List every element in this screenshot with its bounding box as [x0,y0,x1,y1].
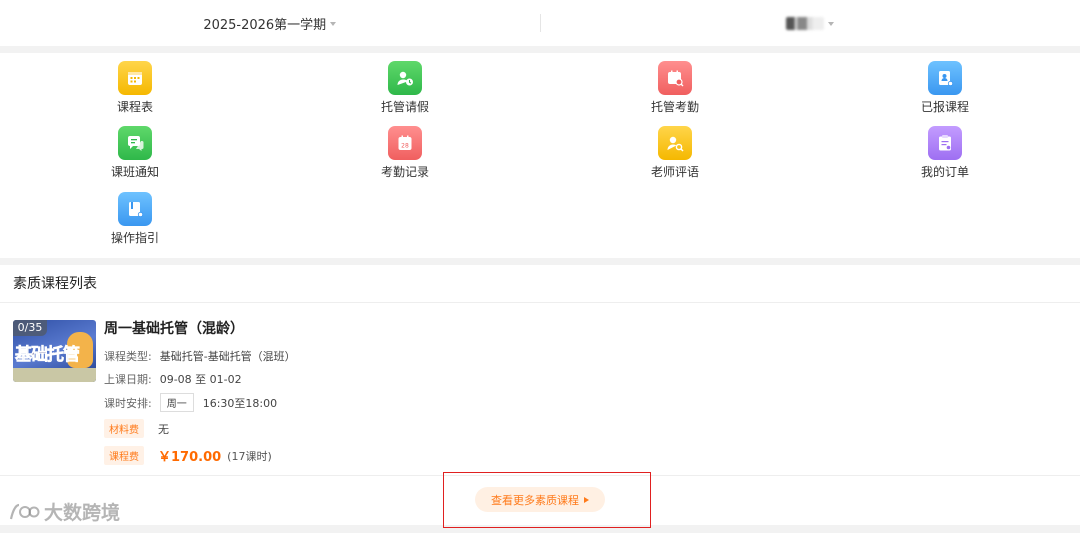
course-fee-tag: 课程费 [104,446,144,465]
chevron-down-icon [330,22,337,26]
menu-item-guide[interactable]: 操作指引 [75,192,195,246]
person-search-icon [658,126,692,160]
menu-item-schedule[interactable]: 课程表 [75,61,195,115]
menu-item-label: 课班通知 [110,165,159,179]
student-name-blurred [786,16,825,30]
menu-item-label: 托管考勤 [650,100,699,114]
menu-item-label: 老师评语 [650,165,699,179]
menu-item-enrolled-courses[interactable]: 已报课程 [885,61,1005,115]
menu-item-leave[interactable]: 托管请假 [345,61,465,115]
schedule-time: 16:30至18:00 [202,396,278,410]
watermark-text: 大数跨境 [44,502,121,524]
course-list-section: 素质课程列表 基础托管 0/35 周一基础托管（混龄） 课程类型: 基础托管-基… [0,265,1080,528]
menu-item-label: 操作指引 [110,231,159,245]
menu-item-label: 考勤记录 [380,165,429,179]
course-date-row: 上课日期: 09-08 至 01-02 [104,371,242,387]
material-fee-value: 无 [158,422,169,436]
course-fee-row: 课程费 ￥170.00 (17课时) [104,446,272,465]
watermark-logo-icon [9,503,40,519]
menu-item-attendance-record[interactable]: 28 考勤记录 [345,126,465,180]
course-schedule-row: 课时安排: 周一 16:30至18:00 [104,393,277,412]
calendar-date-icon: 28 [388,126,422,160]
course-card[interactable]: 基础托管 0/35 周一基础托管（混龄） 课程类型: 基础托管-基础托管（混班）… [13,320,1063,470]
term-selector-label: 2025-2026第一学期 [203,17,327,33]
clipboard-order-icon [928,126,962,160]
book-guide-icon [118,192,152,226]
calendar-icon [118,61,152,95]
thumbnail-title: 基础托管 [15,345,81,366]
top-selector-bar: 2025-2026第一学期 [0,0,1080,46]
course-type-label: 课程类型: [104,350,152,363]
book-user-icon [928,61,962,95]
course-schedule-label: 课时安排: [104,396,152,410]
section-title: 素质课程列表 [0,265,1080,303]
view-more-courses-button[interactable]: 查看更多素质课程 [475,487,605,512]
menu-item-label: 我的订单 [920,165,969,179]
menu-item-label: 已报课程 [920,100,969,114]
student-selector[interactable] [541,0,1080,46]
divider [0,475,1080,476]
course-thumbnail[interactable]: 基础托管 0/35 [13,320,96,382]
menu-item-my-orders[interactable]: 我的订单 [885,126,1005,180]
thumbnail-ground [13,368,96,382]
menu-item-label: 课程表 [116,100,153,114]
course-name: 周一基础托管（混龄） [104,321,244,337]
view-more-label: 查看更多素质课程 [491,493,579,507]
course-type-row: 课程类型: 基础托管-基础托管（混班） [104,348,296,364]
course-date-label: 上课日期: [104,373,152,386]
chevron-down-icon [828,22,835,26]
triangle-right-icon [584,496,589,503]
watermark: 大数跨境 [8,498,120,525]
svg-text:28: 28 [401,143,409,150]
function-menu-grid: 课程表 托管请假 托管考勤 已报课程 课班通知 28 考勤记录 老师评语 我的订… [0,53,1080,258]
course-type-value: 基础托管-基础托管（混班） [159,350,296,363]
term-selector[interactable]: 2025-2026第一学期 [0,0,540,46]
menu-item-class-notice[interactable]: 课班通知 [75,126,195,180]
material-fee-row: 材料费 无 [104,419,169,438]
course-date-value: 09-08 至 01-02 [159,373,242,386]
calendar-search-icon [658,61,692,95]
person-clock-icon [388,61,422,95]
course-fee-price: ￥170.00 [158,450,222,465]
schedule-day-chip: 周一 [159,393,194,412]
menu-item-teacher-comments[interactable]: 老师评语 [615,126,735,180]
course-fee-lessons: (17课时) [227,449,272,463]
menu-item-label: 托管请假 [380,100,429,114]
menu-item-attendance[interactable]: 托管考勤 [615,61,735,115]
chat-bubble-icon [118,126,152,160]
material-fee-tag: 材料费 [104,419,144,438]
enrollment-count-badge: 0/35 [13,320,47,336]
